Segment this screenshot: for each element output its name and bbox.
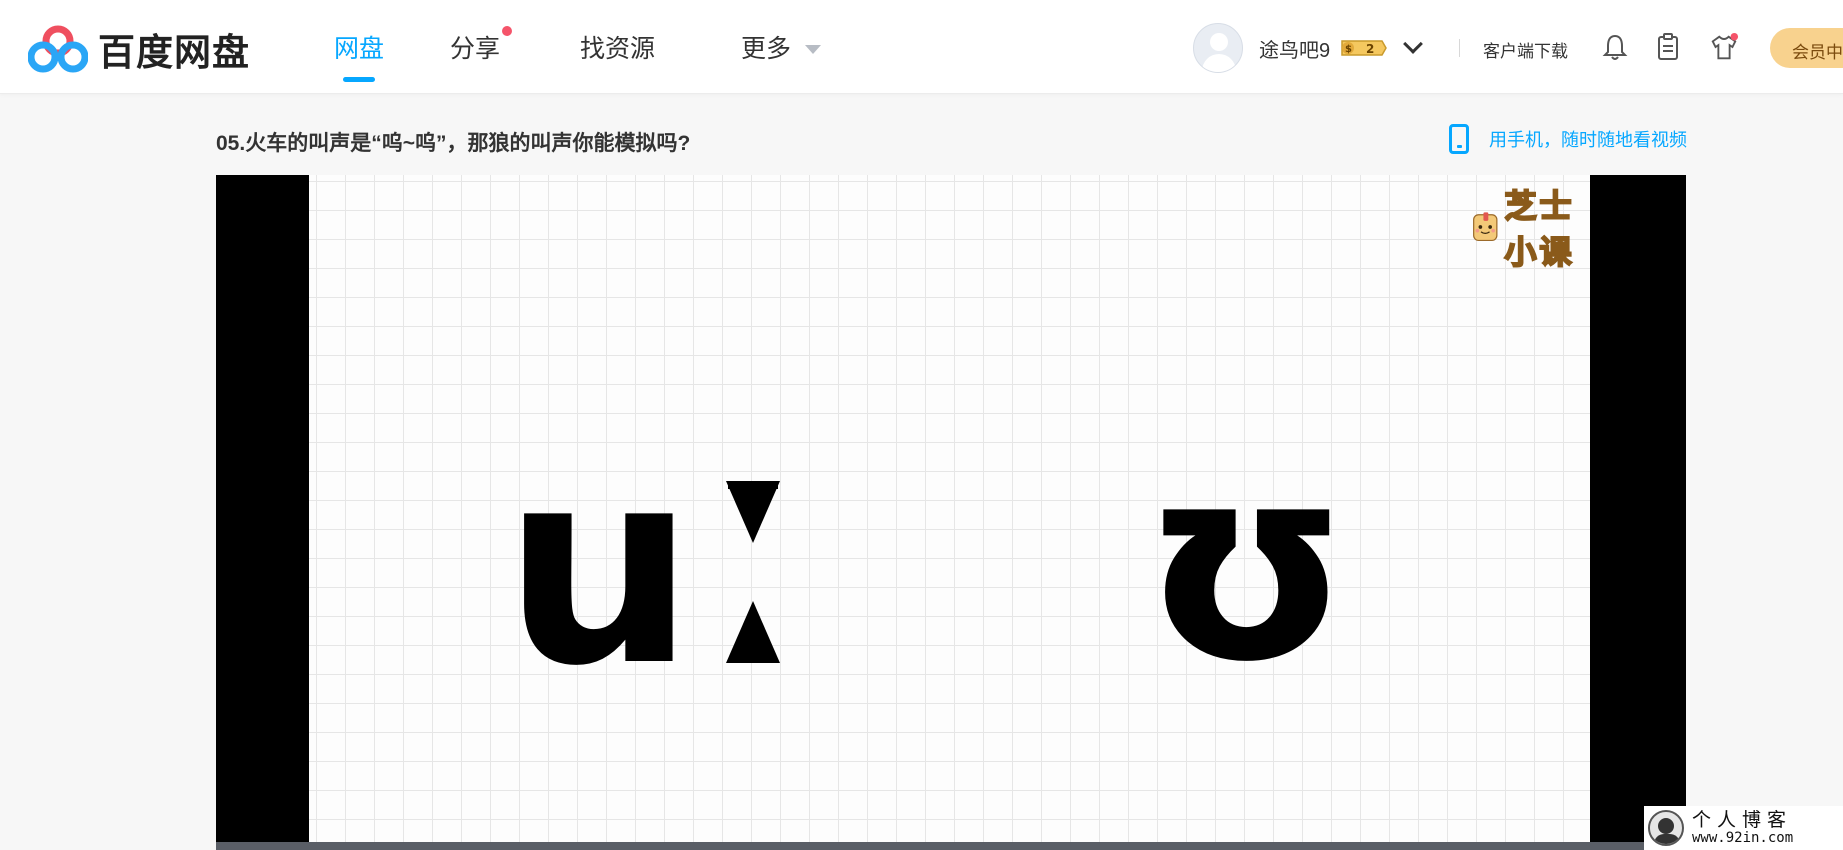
nav-tab-label: 找资源	[580, 35, 656, 63]
blog-url: www.92in.com	[1692, 829, 1794, 846]
chevron-down-icon	[805, 44, 822, 54]
video-title: 05.火车的叫声是“呜~呜”，那狼的叫声你能模拟吗?	[216, 132, 691, 155]
brand-logo[interactable]: 百度网盘	[28, 22, 250, 76]
user-menu[interactable]: 途鸟吧9 $ 2	[1193, 23, 1424, 73]
blog-title: 个人博客	[1692, 808, 1793, 831]
length-mark-top	[726, 481, 780, 543]
length-mark-bottom	[726, 601, 780, 663]
watermark-text: 芝士小课	[1504, 187, 1575, 271]
clipboard-icon[interactable]	[1653, 32, 1683, 62]
baidu-netdisk-logo-icon	[28, 25, 88, 73]
nav-tab-find-resources[interactable]: 找资源	[580, 0, 655, 94]
svg-text:$: $	[1345, 44, 1352, 55]
mobile-link-label: 用手机，随时随地看视频	[1489, 130, 1687, 150]
brand-name: 百度网盘	[98, 32, 250, 73]
video-progress-bar[interactable]	[216, 842, 1686, 850]
short-u-symbol: ʊ	[1142, 406, 1351, 721]
bell-icon[interactable]	[1600, 32, 1630, 62]
main-nav: 网盘 分享 找资源 更多	[334, 0, 822, 94]
mobile-phone-icon	[1449, 124, 1469, 154]
video-frame: 芝士小课 u ʊ	[309, 175, 1590, 850]
avatar[interactable]	[1193, 23, 1243, 73]
header-divider	[1459, 39, 1460, 57]
cheese-mascot-icon	[1473, 212, 1498, 242]
blog-watermark: 个人博客 www.92in.com	[1644, 806, 1843, 850]
vip-center-button[interactable]: 会员中	[1770, 28, 1843, 68]
blog-avatar	[1648, 810, 1684, 846]
client-download-link[interactable]: 客户端下载	[1483, 37, 1568, 62]
user-chevron-down-icon[interactable]	[1403, 34, 1424, 54]
nav-tab-label: 网盘	[334, 35, 385, 63]
watch-on-mobile-link[interactable]: 用手机，随时随地看视频	[1449, 124, 1687, 154]
long-u-symbol: u	[503, 410, 696, 725]
nav-tab-netdisk[interactable]: 网盘	[334, 0, 384, 94]
nav-tab-more[interactable]: 更多	[741, 0, 822, 94]
nav-tab-share[interactable]: 分享	[450, 0, 513, 94]
video-watermark: 芝士小课	[1470, 181, 1590, 273]
username[interactable]: 途鸟吧9	[1259, 34, 1330, 63]
top-header: 百度网盘 网盘 分享 找资源 更多 途鸟吧9 $ 2 客户端下载 会员中	[0, 0, 1843, 94]
badge-level: 2	[1366, 42, 1374, 56]
notification-dot	[502, 26, 513, 36]
nav-tab-label: 分享	[450, 35, 501, 63]
nav-tab-label: 更多	[741, 35, 792, 63]
active-tab-indicator	[343, 77, 375, 82]
coin-badge-icon: $ 2	[1341, 40, 1387, 56]
video-player[interactable]: 芝士小课 u ʊ 分享 下载	[216, 175, 1686, 850]
tshirt-icon[interactable]	[1709, 32, 1739, 62]
